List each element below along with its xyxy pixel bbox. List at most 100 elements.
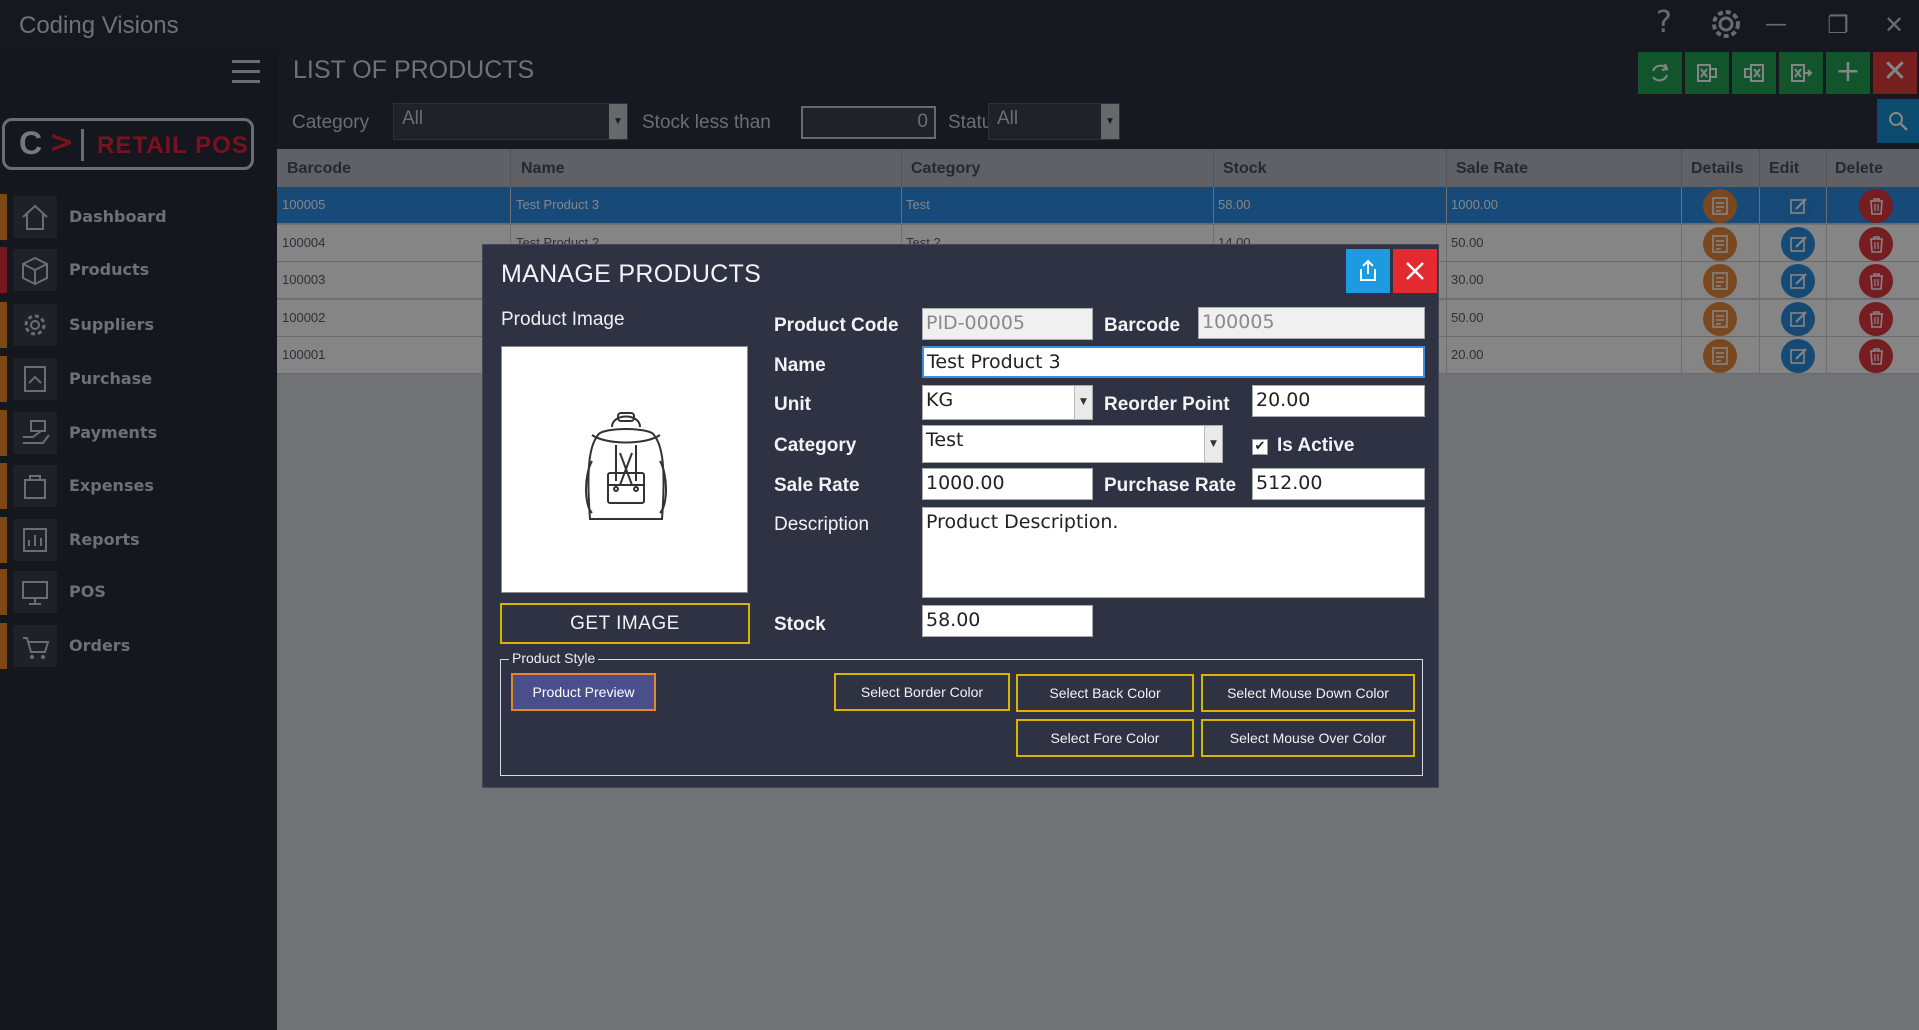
sidebar-item-dashboard[interactable]: Dashboard bbox=[0, 192, 277, 242]
share-export-icon[interactable] bbox=[1346, 249, 1390, 293]
sidebar-item-reports[interactable]: Reports bbox=[0, 515, 277, 565]
restore-button[interactable]: ❐ bbox=[1818, 8, 1858, 42]
sidebar-item-label: Expenses bbox=[69, 476, 154, 495]
nav-accent bbox=[0, 569, 7, 615]
home-icon bbox=[13, 196, 57, 238]
suppliers-gear-icon bbox=[13, 304, 57, 346]
select-border-color-button[interactable]: Select Border Color bbox=[834, 673, 1010, 711]
edit-button[interactable] bbox=[1781, 226, 1815, 261]
stock-filter-label: Stock less than bbox=[642, 112, 771, 133]
description-textarea[interactable]: Product Description. bbox=[922, 507, 1425, 598]
column-header-details[interactable]: Details bbox=[1691, 160, 1743, 178]
orders-icon bbox=[13, 625, 57, 667]
details-button[interactable] bbox=[1703, 301, 1737, 336]
stock-filter-input[interactable]: 0 bbox=[801, 106, 936, 139]
logo-text: RETAIL POS bbox=[97, 132, 249, 159]
barcode-field[interactable]: 100005 bbox=[1198, 307, 1425, 339]
column-header-edit[interactable]: Edit bbox=[1769, 160, 1799, 178]
reorder-point-field[interactable]: 20.00 bbox=[1252, 385, 1425, 417]
close-list-button[interactable]: ✕ bbox=[1873, 52, 1917, 94]
details-button[interactable] bbox=[1703, 339, 1737, 373]
table-row[interactable]: 100005 Test Product 3 Test 58.00 1000.00 bbox=[277, 187, 1919, 224]
delete-button[interactable] bbox=[1859, 226, 1893, 261]
product-preview-button[interactable]: Product Preview bbox=[511, 673, 656, 711]
export-excel-button[interactable] bbox=[1732, 52, 1776, 94]
sidebar-item-label: Purchase bbox=[69, 369, 153, 388]
unit-select[interactable]: KG ▼ bbox=[922, 385, 1093, 420]
stock-field[interactable]: 58.00 bbox=[922, 605, 1093, 637]
app-title: Coding Visions bbox=[19, 12, 179, 39]
search-button[interactable] bbox=[1877, 99, 1919, 143]
category-filter-select[interactable]: All ▼ bbox=[393, 103, 628, 140]
product-code-field[interactable]: PID-00005 bbox=[922, 308, 1093, 340]
sale-rate-label: Sale Rate bbox=[774, 475, 860, 496]
chevron-down-icon[interactable]: ▼ bbox=[1101, 104, 1119, 139]
delete-button[interactable] bbox=[1859, 339, 1893, 373]
retail-pos-logo: C > RETAIL POS bbox=[2, 118, 254, 170]
settings-gear-icon[interactable] bbox=[1706, 6, 1746, 50]
help-button[interactable]: ? bbox=[1644, 6, 1684, 40]
is-active-checkbox[interactable]: ✔ bbox=[1252, 439, 1268, 455]
chevron-down-icon[interactable]: ▼ bbox=[609, 104, 627, 139]
logo-arrow: > bbox=[49, 125, 75, 160]
purchase-rate-label: Purchase Rate bbox=[1104, 475, 1237, 496]
select-back-color-button[interactable]: Select Back Color bbox=[1016, 674, 1194, 712]
sidebar-item-label: Orders bbox=[69, 636, 131, 655]
minimize-button[interactable]: — bbox=[1756, 8, 1796, 42]
column-header-sale-rate[interactable]: Sale Rate bbox=[1456, 160, 1528, 178]
chevron-down-icon[interactable]: ▼ bbox=[1204, 426, 1222, 462]
cell-barcode: 100003 bbox=[282, 272, 326, 287]
column-header-barcode[interactable]: Barcode bbox=[287, 160, 351, 178]
excel-template-button[interactable] bbox=[1779, 52, 1823, 94]
edit-button[interactable] bbox=[1781, 189, 1815, 223]
hamburger-menu-icon[interactable] bbox=[232, 60, 260, 90]
sidebar-item-payments[interactable]: Payments bbox=[0, 408, 277, 458]
details-button[interactable] bbox=[1703, 264, 1737, 298]
pos-icon bbox=[13, 571, 57, 613]
cell-stock: 58.00 bbox=[1218, 197, 1251, 212]
get-image-button[interactable]: GET IMAGE bbox=[500, 603, 750, 644]
cell-sale-rate: 30.00 bbox=[1451, 272, 1484, 287]
nav-accent bbox=[0, 623, 7, 669]
column-header-stock[interactable]: Stock bbox=[1223, 160, 1267, 178]
status-filter-value: All bbox=[997, 108, 1019, 129]
column-header-category[interactable]: Category bbox=[911, 160, 980, 178]
details-button[interactable] bbox=[1703, 226, 1737, 261]
details-button[interactable] bbox=[1703, 189, 1737, 223]
status-filter-select[interactable]: All ▼ bbox=[988, 103, 1120, 140]
chevron-down-icon[interactable]: ▼ bbox=[1074, 386, 1092, 419]
sidebar-item-products[interactable]: Products bbox=[0, 245, 277, 295]
sidebar-item-suppliers[interactable]: Suppliers bbox=[0, 300, 277, 350]
sale-rate-field[interactable]: 1000.00 bbox=[922, 468, 1093, 500]
sidebar-item-pos[interactable]: POS bbox=[0, 567, 277, 617]
sidebar-item-purchase[interactable]: Purchase bbox=[0, 354, 277, 404]
purchase-rate-field[interactable]: 512.00 bbox=[1252, 468, 1425, 500]
edit-button[interactable] bbox=[1781, 264, 1815, 298]
nav-accent bbox=[0, 517, 7, 563]
edit-button[interactable] bbox=[1781, 301, 1815, 336]
sidebar-item-expenses[interactable]: Expenses bbox=[0, 461, 277, 511]
column-header-delete[interactable]: Delete bbox=[1835, 160, 1883, 178]
sidebar-item-orders[interactable]: Orders bbox=[0, 621, 277, 671]
close-dialog-button[interactable] bbox=[1393, 249, 1437, 293]
purchase-icon bbox=[13, 358, 57, 400]
name-field[interactable]: Test Product 3 bbox=[922, 346, 1425, 378]
refresh-button[interactable] bbox=[1638, 52, 1682, 94]
column-header-name[interactable]: Name bbox=[521, 160, 565, 178]
edit-button[interactable] bbox=[1781, 339, 1815, 373]
select-mouse-down-color-button[interactable]: Select Mouse Down Color bbox=[1201, 674, 1415, 712]
category-select[interactable]: Test ▼ bbox=[922, 425, 1223, 463]
close-window-button[interactable]: ✕ bbox=[1874, 8, 1914, 42]
delete-button[interactable] bbox=[1859, 301, 1893, 336]
select-mouse-over-color-button[interactable]: Select Mouse Over Color bbox=[1201, 719, 1415, 757]
nav-accent bbox=[0, 302, 7, 348]
nav-accent bbox=[0, 410, 7, 456]
delete-button[interactable] bbox=[1859, 189, 1893, 223]
sidebar-item-label: Suppliers bbox=[69, 315, 155, 334]
nav-accent bbox=[0, 194, 7, 240]
import-excel-button[interactable] bbox=[1685, 52, 1729, 94]
delete-button[interactable] bbox=[1859, 264, 1893, 298]
add-product-button[interactable]: + bbox=[1826, 52, 1870, 94]
select-fore-color-button[interactable]: Select Fore Color bbox=[1016, 719, 1194, 757]
title-bar: Coding Visions ? — ❐ ✕ bbox=[0, 0, 1919, 50]
